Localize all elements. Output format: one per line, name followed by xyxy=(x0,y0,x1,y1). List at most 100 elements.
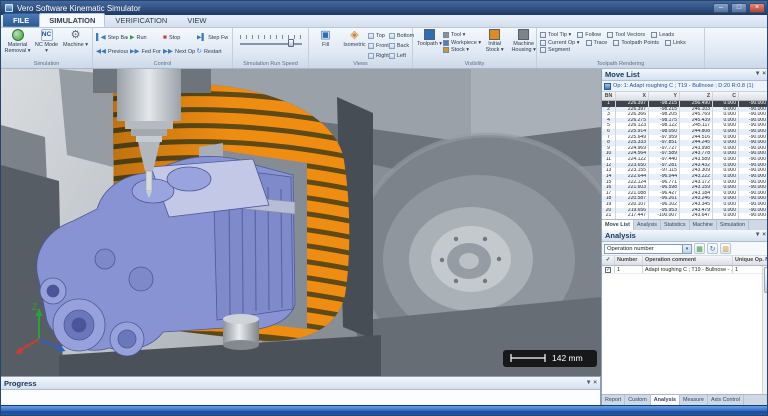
button-label: Follow xyxy=(585,32,601,38)
column-header-operation-comment[interactable]: Operation comment xyxy=(643,256,733,265)
column-header-number[interactable]: Number xyxy=(615,256,643,265)
tool-tip-toggle[interactable]: Tool Tip ▾ xyxy=(540,32,571,38)
material-removal-button[interactable]: Material Removal ▾ xyxy=(4,29,31,58)
tab-analysis[interactable]: Analysis xyxy=(651,395,680,405)
tab-axis-control[interactable]: Axis Control xyxy=(708,395,744,405)
leads-toggle[interactable]: Leads xyxy=(651,32,674,38)
current-op-toggle[interactable]: Current Op ▾ xyxy=(540,40,580,46)
front-view-button[interactable]: Front xyxy=(368,41,389,51)
group-label-toolpath-rendering: Toolpath Rendering xyxy=(537,61,704,68)
segment-toggle[interactable]: Segment xyxy=(540,47,570,53)
tab-measure[interactable]: Measure xyxy=(680,395,708,405)
column-header-y[interactable]: Y xyxy=(649,92,680,100)
toolpath-toggle[interactable]: Toolpath ▾ xyxy=(416,29,443,59)
refresh-icon[interactable]: ↻ xyxy=(707,243,718,254)
button-label: Machine Housing ▾ xyxy=(510,41,537,53)
isometric-view-button[interactable]: ◈Isometric xyxy=(341,29,368,59)
bottom-view-button[interactable]: Bottom xyxy=(389,31,414,41)
move-row[interactable]: 21217.447-100.007243.6470.000-90.000 xyxy=(602,213,768,219)
tool-vectors-toggle[interactable]: Tool Vectors xyxy=(607,32,645,38)
back-view-button[interactable]: Back xyxy=(389,41,414,51)
slider-handle[interactable] xyxy=(288,39,294,47)
ribbon-tab-simulation[interactable]: SIMULATION xyxy=(39,13,105,27)
analysis-toolbar: Operation number ▾ ▦ ↻ ▥ xyxy=(602,242,768,256)
fed-forward-button[interactable]: ▶▶Fed Forward xyxy=(130,45,162,59)
material-removal-icon xyxy=(12,29,24,41)
analysis-cell: 1 xyxy=(615,266,643,273)
simulation-viewport[interactable]: Z 142 mm xyxy=(1,69,601,376)
speed-slider[interactable] xyxy=(240,35,302,47)
button-label: Workpiece ▾ xyxy=(451,40,481,46)
column-header-blank[interactable] xyxy=(739,92,768,100)
trace-toggle[interactable]: Trace xyxy=(586,40,608,46)
chevron-down-icon[interactable]: ▾ xyxy=(756,232,759,239)
nc-mode-button[interactable]: NCNC Mode ▾ xyxy=(33,29,60,58)
close-button[interactable]: × xyxy=(749,3,765,13)
scrollbar[interactable] xyxy=(762,266,768,394)
move-list-tabs: Move ListAnalysisStatisticsMachineSimula… xyxy=(602,219,768,230)
close-icon[interactable]: × xyxy=(762,232,766,239)
analysis-cell: Adapt roughing C ; T19 - Bullnose - ... xyxy=(643,266,733,273)
button-label: Segment xyxy=(548,47,570,53)
move-cell: -90.000 xyxy=(739,213,768,219)
machine-button[interactable]: ⚙Machine ▾ xyxy=(62,29,89,58)
follow-toggle[interactable]: Follow xyxy=(577,32,601,38)
operation-filter-dropdown[interactable]: Operation number ▾ xyxy=(604,244,692,254)
chevron-down-icon[interactable]: ▾ xyxy=(587,380,590,387)
checkbox[interactable]: ✓ xyxy=(605,267,611,273)
machine-housing-toggle[interactable]: Machine Housing ▾ xyxy=(510,29,537,59)
window-controls: –□× xyxy=(713,3,765,13)
ribbon-tab-verification[interactable]: VERIFICATION xyxy=(105,13,177,27)
workpiece-toggle[interactable]: Workpiece ▾ xyxy=(443,40,481,46)
top-view-button[interactable]: Top xyxy=(368,31,389,41)
taskbar[interactable] xyxy=(1,405,768,416)
scrollbar-thumb[interactable] xyxy=(764,267,768,293)
initial-stock-toggle[interactable]: Initial Stock ▾ xyxy=(481,29,508,59)
left-view-button[interactable]: Left xyxy=(389,51,414,61)
chevron-down-icon[interactable]: ▾ xyxy=(756,71,759,78)
previous-op-button[interactable]: ◀◀Previous Op xyxy=(96,45,128,59)
isometric-icon: ◈ xyxy=(349,29,361,41)
tool-toggle[interactable]: Tool ▾ xyxy=(443,32,481,38)
column-header-bn[interactable]: BN xyxy=(602,92,616,100)
export-icon[interactable]: ▥ xyxy=(720,243,731,254)
restart-button[interactable]: ↻Restart xyxy=(197,45,229,59)
minimize-button[interactable]: – xyxy=(713,3,729,13)
links-toggle[interactable]: Links xyxy=(665,40,686,46)
stock-toggle[interactable]: Stock ▾ xyxy=(443,47,481,53)
group-label-views: Views xyxy=(309,61,412,68)
step-fwd-button[interactable]: ▶▌Step Fwd xyxy=(197,31,229,45)
column-header-x[interactable]: X xyxy=(616,92,649,100)
tab-statistics[interactable]: Statistics xyxy=(661,220,690,230)
close-icon[interactable]: × xyxy=(762,71,766,78)
next-op-button[interactable]: ▶▶Next Op xyxy=(163,45,195,59)
ribbon-tab-file[interactable]: FILE xyxy=(3,13,39,27)
fill-view-button[interactable]: ▣Fill xyxy=(312,29,339,59)
window-title: Vero Software Kinematic Simulator xyxy=(17,4,141,13)
column-header-unique-op-n[interactable]: Unique Op. N xyxy=(733,256,768,265)
column-header-z[interactable]: Z xyxy=(680,92,713,100)
step-back-button[interactable]: ▌◀Step Back xyxy=(96,31,128,45)
view-cube-icon xyxy=(368,53,374,59)
move-list-title: Move List xyxy=(605,70,640,79)
toolpath-points-toggle[interactable]: Toolpath Points xyxy=(613,40,659,46)
progress-header: Progress ▾ × xyxy=(1,377,600,390)
run-button[interactable]: ▶Run xyxy=(130,31,162,45)
right-view-button[interactable]: Right xyxy=(368,51,389,61)
maximize-button[interactable]: □ xyxy=(731,3,747,13)
chevron-down-icon[interactable]: ▾ xyxy=(682,245,691,253)
stop-button[interactable]: ■Stop xyxy=(163,31,195,45)
tab-machine[interactable]: Machine xyxy=(690,220,717,230)
tab-move-list[interactable]: Move List xyxy=(602,220,634,230)
tab-simulation[interactable]: Simulation xyxy=(717,220,749,230)
analysis-row[interactable]: ✓ 1Adapt roughing C ; T19 - Bullnose - ..… xyxy=(602,266,768,274)
column-header-c[interactable]: C xyxy=(713,92,739,100)
tab-report[interactable]: Report xyxy=(602,395,625,405)
tab-analysis[interactable]: Analysis xyxy=(634,220,661,230)
column-header-blank[interactable]: ✓ xyxy=(602,256,615,265)
ribbon-tab-view[interactable]: VIEW xyxy=(177,13,216,27)
close-icon[interactable]: × xyxy=(593,380,597,387)
tab-custom[interactable]: Custom xyxy=(625,395,651,405)
grid-icon[interactable]: ▦ xyxy=(694,243,705,254)
view-cube-icon xyxy=(368,43,374,49)
